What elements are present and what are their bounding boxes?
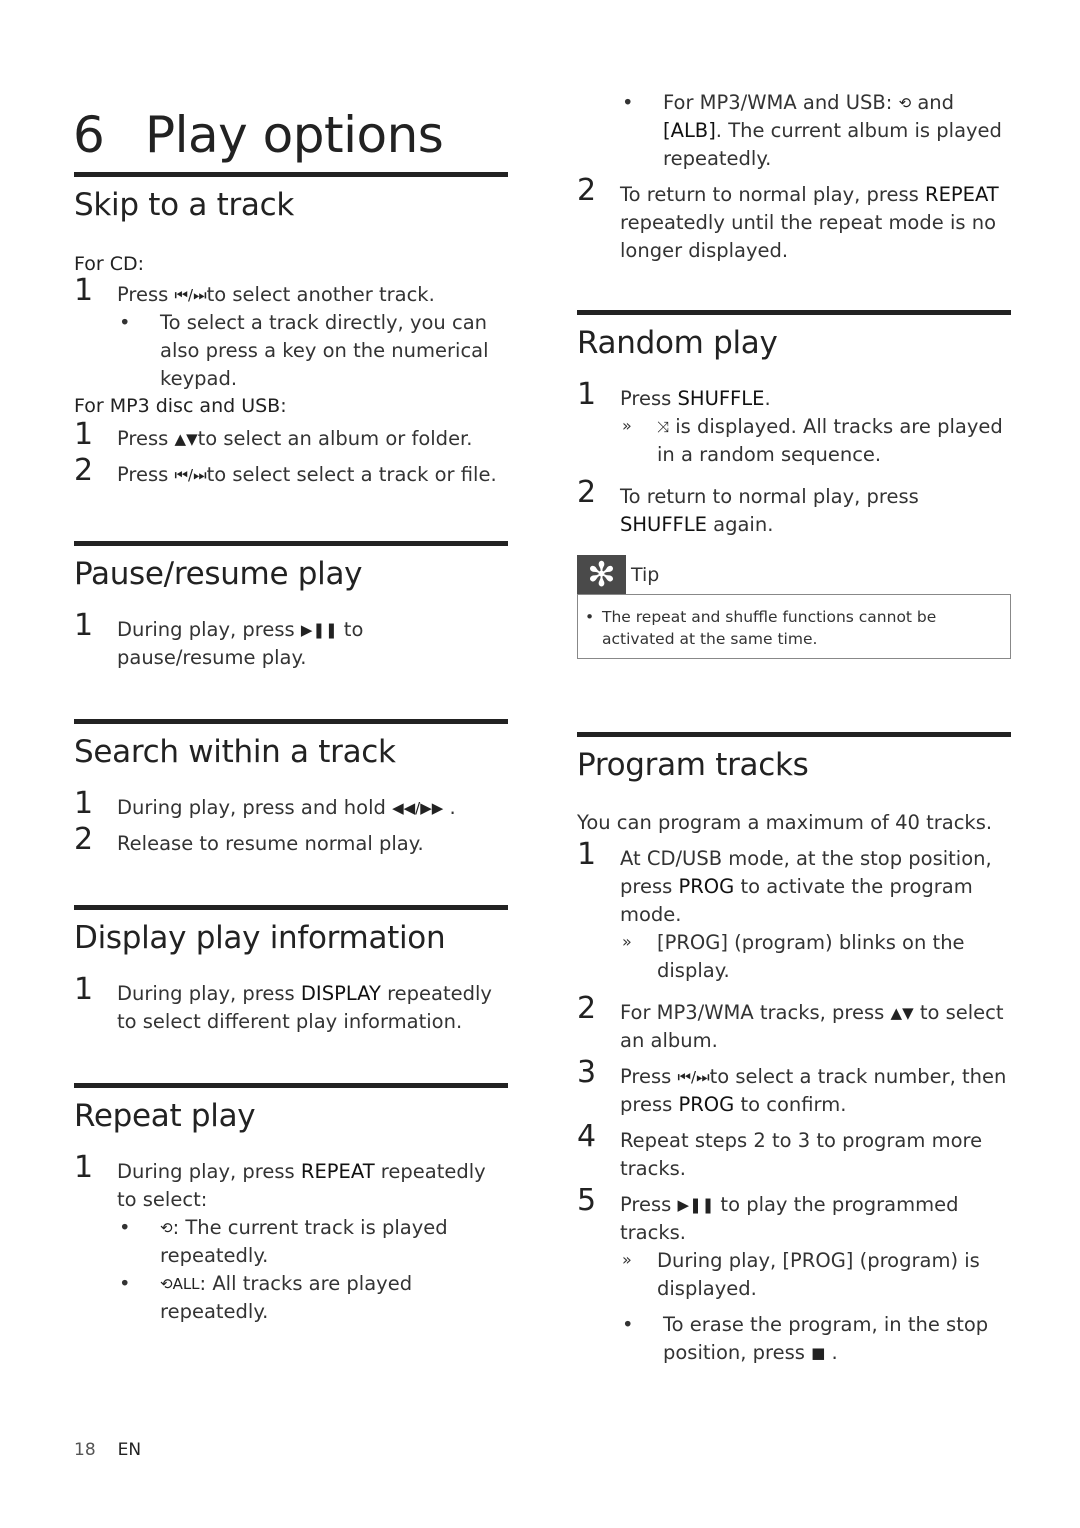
result-item: » [PROG] (program) blinks on the display. bbox=[622, 931, 965, 982]
page-footer: 18 EN bbox=[74, 1440, 141, 1460]
stop-icon: ■ bbox=[811, 1344, 826, 1362]
step: 4 Repeat steps 2 to 3 to program more tra… bbox=[577, 1119, 983, 1181]
section-rule bbox=[74, 172, 508, 177]
section-random: Random play 1 Press SHUFFLE. » ⤨ is displa… bbox=[577, 310, 1011, 659]
step: 1 During play, press and hold ◀◀/▶▶ . bbox=[74, 786, 456, 821]
chapter-number: 6 bbox=[73, 105, 105, 164]
up-down-icon: ▲▼ bbox=[174, 430, 198, 448]
up-down-icon: ▲▼ bbox=[890, 1004, 914, 1022]
section-repeat-continued: • For MP3/WMA and USB: ⟲ and [ALB]. The c… bbox=[577, 89, 1011, 265]
language-code: EN bbox=[117, 1440, 142, 1460]
section-rule bbox=[74, 905, 508, 910]
rewind-forward-icon: ◀◀/▶▶ bbox=[392, 799, 444, 817]
chapter-title: 6 Play options bbox=[73, 105, 444, 164]
prev-next-icon: ⏮/⏭ bbox=[174, 286, 207, 304]
step: 1 At CD/USB mode, at the stop position, p… bbox=[577, 837, 992, 927]
bullet-item: • ⟲: The current track is played repeated… bbox=[119, 1216, 448, 1267]
repeat-all-icon: ⟲ALL bbox=[160, 1275, 200, 1293]
step: 2 To return to normal play, press REPEAT … bbox=[577, 173, 999, 263]
step: 3 Press ⏮/⏭to select a track number, then… bbox=[577, 1055, 1007, 1117]
repeat-icon: ⟲ bbox=[898, 94, 912, 112]
step: 2 For MP3/WMA tracks, press ▲▼ to select … bbox=[577, 991, 1004, 1053]
subheading-cd: For CD: bbox=[74, 253, 145, 275]
section-pause: Pause/resume play 1 During play, press ▶❚… bbox=[74, 541, 508, 672]
repeat-one-icon: ⟲ bbox=[160, 1219, 173, 1237]
section-heading: Skip to a track bbox=[74, 187, 294, 223]
result-item: » ⤨ is displayed. All tracks are played i… bbox=[622, 415, 1003, 466]
tip-box: ✻ Tip • The repeat and shuffle functions … bbox=[577, 555, 1011, 659]
page-number: 18 bbox=[74, 1440, 96, 1460]
section-program: Program tracks You can program a maximum… bbox=[577, 732, 1011, 1367]
section-rule bbox=[74, 1083, 508, 1088]
step-number: 1 bbox=[74, 273, 94, 308]
step: 1 Press SHUFFLE. bbox=[577, 377, 771, 412]
key-repeat: REPEAT bbox=[300, 1160, 375, 1183]
section-heading: Random play bbox=[577, 325, 778, 361]
prev-next-icon: ⏮/⏭ bbox=[174, 466, 207, 484]
section-skip: Skip to a track For CD: 1 Press ⏮/⏭to sel… bbox=[74, 172, 508, 489]
subheading-mp3: For MP3 disc and USB: bbox=[74, 395, 287, 417]
key-display: DISPLAY bbox=[300, 982, 381, 1005]
shuffle-icon: ⤨ bbox=[657, 418, 670, 436]
section-heading: Display play information bbox=[74, 920, 446, 956]
step: 1 During play, press ▶❚❚ to pause/resume … bbox=[74, 608, 364, 670]
bullet-item: • For MP3/WMA and USB: ⟲ and [ALB]. The c… bbox=[622, 91, 1002, 170]
section-search: Search within a track 1 During play, pres… bbox=[74, 719, 508, 858]
tip-content: • The repeat and shuffle functions cannot… bbox=[577, 594, 1011, 659]
step: 5 Press ▶❚❚ to play the programmed tracks… bbox=[577, 1183, 959, 1245]
play-pause-icon: ▶❚❚ bbox=[300, 621, 338, 639]
step: 2 Press ⏮/⏭to select select a track or fi… bbox=[74, 453, 497, 488]
step: 1 Press ⏮/⏭to select another track. bbox=[74, 273, 435, 308]
section-heading: Pause/resume play bbox=[74, 556, 363, 592]
section-rule bbox=[577, 732, 1011, 737]
section-rule bbox=[74, 719, 508, 724]
section-heading: Repeat play bbox=[74, 1098, 256, 1134]
section-heading: Program tracks bbox=[577, 747, 809, 783]
tip-header: ✻ Tip bbox=[577, 555, 1011, 595]
result-item: » During play, [PROG] (program) is displa… bbox=[622, 1249, 980, 1300]
section-repeat: Repeat play 1 During play, press REPEAT r… bbox=[74, 1083, 508, 1326]
tip-label: Tip bbox=[631, 563, 660, 586]
intro-text: You can program a maximum of 40 tracks. bbox=[577, 811, 993, 834]
bullet-item: • To erase the program, in the stop posit… bbox=[577, 1311, 1011, 1367]
section-display: Display play information 1 During play, p… bbox=[74, 905, 508, 1036]
step: 2 To return to normal play, press SHUFFLE… bbox=[577, 475, 919, 537]
prev-next-icon: ⏮/⏭ bbox=[677, 1068, 710, 1086]
section-rule bbox=[577, 310, 1011, 315]
tip-asterisk-icon: ✻ bbox=[577, 555, 626, 595]
play-pause-icon: ▶❚❚ bbox=[677, 1196, 715, 1214]
section-rule bbox=[74, 541, 508, 546]
step: 1 During play, press REPEAT repeatedly to… bbox=[74, 1150, 486, 1212]
bullet-item: • ⟲ALL: All tracks are played repeatedly. bbox=[119, 1272, 413, 1323]
chapter-title-text: Play options bbox=[145, 105, 444, 164]
bullet-item: • To select a track directly, you can als… bbox=[119, 311, 489, 390]
section-heading: Search within a track bbox=[74, 734, 396, 770]
step: 1 During play, press DISPLAY repeatedly t… bbox=[74, 972, 492, 1034]
step: 2 Release to resume normal play. bbox=[74, 822, 424, 857]
step: 1 Press ▲▼to select an album or folder. bbox=[74, 417, 473, 452]
